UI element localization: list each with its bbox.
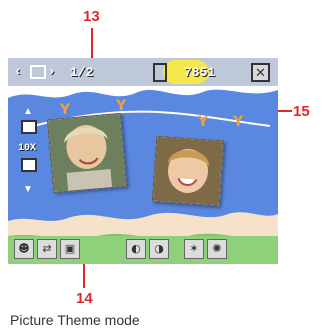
pin-icon: Y	[233, 114, 244, 130]
portrait-woman-image	[47, 113, 127, 193]
brightness-icon[interactable]: ◐	[126, 239, 146, 259]
callout-15-label: 15	[293, 103, 310, 120]
zoom-level: 10X	[18, 143, 37, 154]
switch-icon[interactable]: ⇄	[37, 239, 57, 259]
picture-frame-icon[interactable]	[30, 65, 46, 79]
zoom-frame-icon[interactable]	[21, 120, 37, 134]
pin-icon: Y	[60, 102, 71, 118]
figure-caption: Picture Theme mode	[10, 312, 140, 328]
portrait-icon[interactable]: ☻	[14, 239, 34, 259]
chevron-left-icon[interactable]: ‹	[14, 64, 22, 79]
up-arrow-icon[interactable]: ▲	[23, 106, 33, 117]
settings-icon[interactable]: ✺	[207, 239, 227, 259]
pin-icon: Y	[198, 114, 209, 130]
close-x-icon[interactable]: ✕	[251, 63, 270, 82]
page-indicator: 1/2	[70, 65, 94, 80]
chevron-right-icon[interactable]: ›	[48, 64, 56, 79]
camera-screen: ‹ › 1/2 7851 ✕ ▲ 10X ▼ Y Y Y Y ☻ ⇄ ▣ ◐ ◑	[8, 58, 278, 264]
memory-card-icon	[153, 63, 167, 82]
film-icon[interactable]	[21, 158, 37, 172]
picture-theme-icon[interactable]: ▣	[60, 239, 80, 259]
photo-1[interactable]	[46, 112, 128, 194]
photo-2[interactable]	[151, 135, 225, 207]
white-balance-icon[interactable]: ◑	[149, 239, 169, 259]
pin-icon: Y	[116, 98, 127, 114]
callout-13-line	[91, 28, 93, 60]
callout-13-label: 13	[83, 8, 100, 25]
down-arrow-icon[interactable]: ▼	[23, 184, 33, 195]
portrait-girl-image	[152, 136, 224, 206]
callout-14-label: 14	[76, 290, 93, 307]
shot-counter: 7851	[184, 65, 216, 80]
effects-icon[interactable]: ✶	[184, 239, 204, 259]
